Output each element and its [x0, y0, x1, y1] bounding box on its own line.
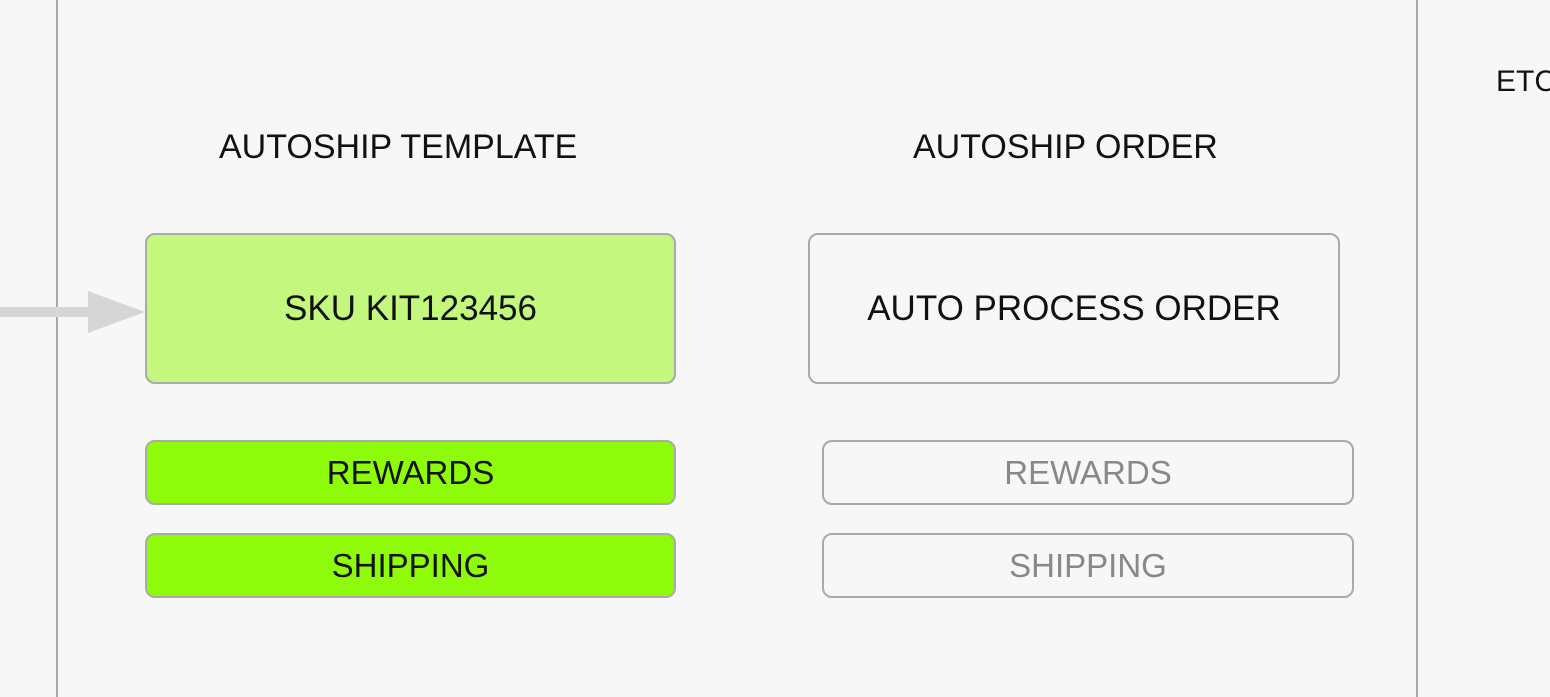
template-rewards-box[interactable]: REWARDS	[145, 440, 676, 505]
order-rewards-box[interactable]: REWARDS	[822, 440, 1354, 505]
template-heading: AUTOSHIP TEMPLATE	[219, 128, 578, 166]
order-heading: AUTOSHIP ORDER	[913, 128, 1218, 166]
right-divider	[1416, 0, 1418, 697]
diagram-canvas: AUTOSHIP TEMPLATE AUTOSHIP ORDER ETC SKU…	[0, 0, 1550, 697]
etc-heading: ETC	[1496, 65, 1550, 98]
order-shipping-box[interactable]: SHIPPING	[822, 533, 1354, 598]
left-divider	[56, 0, 58, 697]
incoming-arrow-icon	[0, 291, 145, 333]
auto-process-order-box[interactable]: AUTO PROCESS ORDER	[808, 233, 1340, 384]
sku-box[interactable]: SKU KIT123456	[145, 233, 676, 384]
template-shipping-box[interactable]: SHIPPING	[145, 533, 676, 598]
